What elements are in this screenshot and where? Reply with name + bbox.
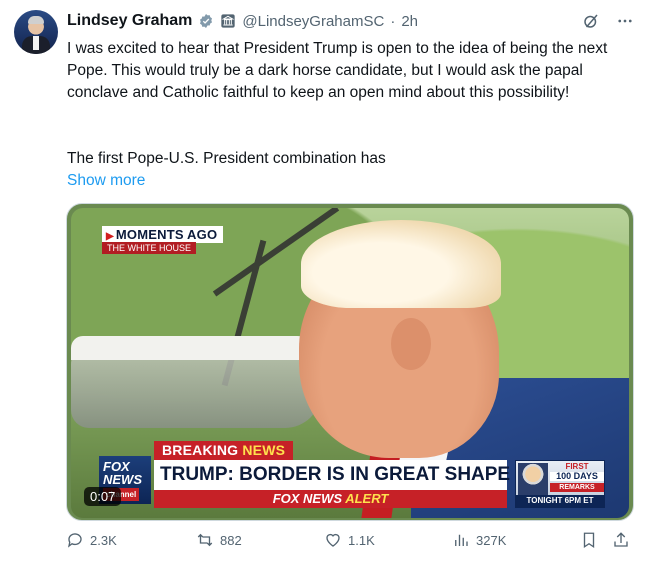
video-player[interactable]: ▶ MOMENTS AGO THE WHITE HOUSE BREAKING NE… xyxy=(66,203,634,521)
repost-button[interactable]: 882 xyxy=(196,531,242,549)
breaking-news-label: BREAKING NEWS xyxy=(154,441,294,460)
government-badge-icon xyxy=(221,14,236,28)
author-handle[interactable]: @LindseyGrahamSC xyxy=(242,13,384,30)
repost-icon xyxy=(197,533,213,547)
tweet: Lindsey Graham @LindseyGrahamSC · 2h I w… xyxy=(0,0,650,568)
repost-count: 882 xyxy=(220,532,242,548)
share-icon xyxy=(614,532,628,547)
video-duration-badge: 0:07 xyxy=(84,487,122,506)
reply-icon xyxy=(67,533,82,548)
headline-banner: TRUMP: BORDER IS IN GREAT SHAPE xyxy=(154,460,510,490)
fox-news-alert-bar: FOX NEWS ALERT xyxy=(154,490,507,508)
views-button[interactable]: 327K xyxy=(452,531,506,549)
bookmark-icon xyxy=(583,532,595,549)
tweet-paragraph-1: I was excited to hear that President Tru… xyxy=(67,40,608,101)
reply-count: 2.3K xyxy=(90,532,117,548)
grok-icon[interactable] xyxy=(582,12,600,30)
chyron-moments-ago: ▶ MOMENTS AGO xyxy=(102,226,224,243)
heart-icon xyxy=(326,533,340,547)
first-100-days-promo: FIRST 100 DAYS REMARKS TONIGHT 6PM ET xyxy=(515,460,605,508)
tweet-header: Lindsey Graham @LindseyGrahamSC · 2h xyxy=(67,10,418,32)
tweet-actions: 2.3K 882 1.1K 327K xyxy=(66,531,636,555)
share-button[interactable] xyxy=(612,531,630,549)
video-frame[interactable]: ▶ MOMENTS AGO THE WHITE HOUSE BREAKING NE… xyxy=(71,208,629,518)
views-count: 327K xyxy=(476,532,507,548)
like-button[interactable]: 1.1K xyxy=(324,531,375,549)
views-icon xyxy=(455,534,468,546)
reply-button[interactable]: 2.3K xyxy=(66,531,117,549)
verified-badge-icon xyxy=(200,14,213,28)
post-timestamp[interactable]: 2h xyxy=(401,13,418,30)
tweet-paragraph-2: The first Pope-U.S. President combinatio… xyxy=(67,150,386,167)
author-name[interactable]: Lindsey Graham xyxy=(67,12,192,30)
author-avatar[interactable] xyxy=(14,10,58,54)
chyron-location: THE WHITE HOUSE xyxy=(102,242,197,254)
bookmark-button[interactable] xyxy=(580,531,598,549)
top-right-actions xyxy=(582,12,634,30)
tweet-text: I was excited to hear that President Tru… xyxy=(67,38,633,189)
more-options-icon[interactable] xyxy=(616,12,634,30)
time-separator: · xyxy=(390,12,396,30)
like-count: 1.1K xyxy=(348,532,375,548)
show-more-link[interactable]: Show more xyxy=(67,170,145,192)
